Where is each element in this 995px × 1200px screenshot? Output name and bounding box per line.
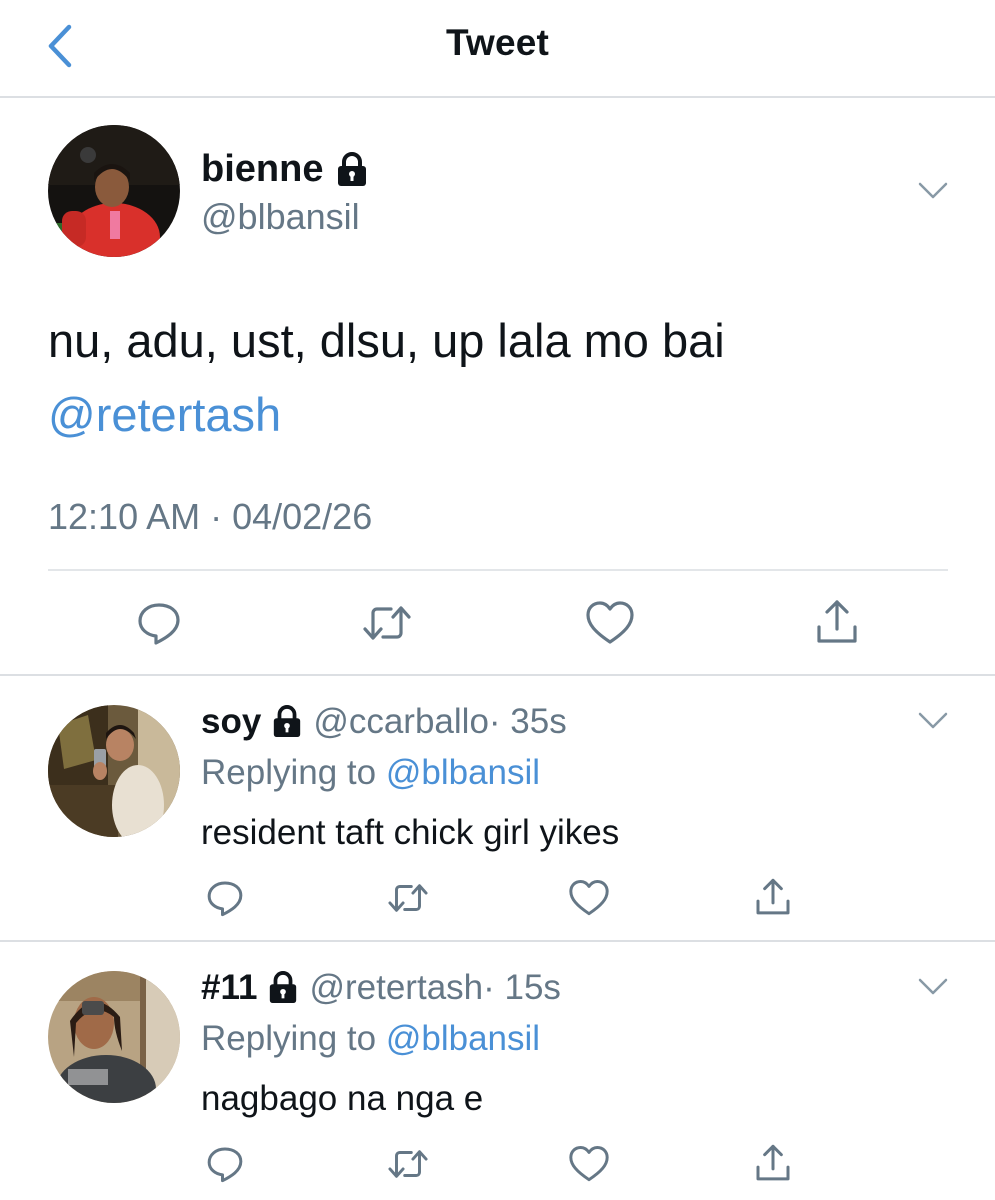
page-title: Tweet	[445, 22, 550, 63]
share-button[interactable]	[751, 1140, 795, 1186]
tweet-detail-screen: Tweet bienne @blbansil nu, adu, ust, dls…	[0, 0, 995, 1200]
reply-button[interactable]	[203, 1142, 247, 1186]
replying-label: Replying to	[201, 753, 386, 792]
chevron-down-icon[interactable]	[918, 712, 948, 730]
reply-icon	[138, 603, 180, 645]
like-button[interactable]	[567, 876, 611, 920]
like-button[interactable]	[567, 1142, 611, 1186]
reply-button[interactable]	[132, 596, 186, 650]
share-icon	[817, 600, 857, 643]
retweet-button[interactable]	[357, 596, 417, 650]
tweet-text: nu, adu, ust, dlsu, up lala mo bai	[48, 314, 725, 367]
reply-header: #11 @retertash· 15s	[201, 968, 561, 1008]
chevron-down-icon[interactable]	[918, 182, 948, 200]
retweet-icon	[388, 1150, 428, 1178]
divider	[0, 674, 995, 676]
divider	[48, 569, 948, 571]
author-handle[interactable]: @retertash	[309, 968, 483, 1007]
author-display-name[interactable]: soy	[201, 702, 261, 742]
reply-icon	[207, 1147, 243, 1183]
retweet-button[interactable]	[383, 876, 433, 920]
lock-icon	[274, 705, 301, 738]
lock-icon	[338, 151, 367, 186]
author-handle[interactable]: @blbansil	[201, 196, 360, 238]
like-button[interactable]	[583, 596, 637, 650]
chevron-down-icon[interactable]	[918, 978, 948, 996]
divider	[0, 940, 995, 942]
reply-time: · 15s	[483, 968, 561, 1007]
mention-link[interactable]: @blbansil	[386, 1019, 540, 1058]
replying-to: Replying to @blbansil	[201, 1019, 540, 1059]
author-handle[interactable]: @ccarballo	[313, 702, 489, 741]
mention-link[interactable]: @retertash	[48, 378, 948, 452]
lock-icon	[270, 971, 297, 1004]
top-nav-bar: Tweet	[0, 0, 995, 98]
tweet-body: nu, adu, ust, dlsu, up lala mo bai @rete…	[48, 304, 948, 452]
avatar[interactable]	[48, 125, 180, 257]
like-icon	[569, 879, 609, 916]
mention-link[interactable]: @blbansil	[386, 753, 540, 792]
reply-time: · 35s	[488, 702, 567, 741]
replying-label: Replying to	[201, 1019, 386, 1058]
share-icon	[756, 1144, 790, 1181]
tweet-timestamp: 12:10 AM · 04/02/26	[48, 496, 373, 537]
avatar[interactable]	[48, 971, 180, 1103]
avatar[interactable]	[48, 705, 180, 837]
like-icon	[569, 1145, 609, 1182]
retweet-button[interactable]	[383, 1142, 433, 1186]
share-button[interactable]	[810, 594, 864, 650]
reply-header: soy @ccarballo· 35s	[201, 702, 567, 742]
author-display-name[interactable]: #11	[201, 968, 257, 1008]
retweet-icon	[388, 884, 428, 912]
reply-button[interactable]	[203, 876, 247, 920]
author-display-name[interactable]: bienne	[201, 148, 323, 191]
share-button[interactable]	[751, 874, 795, 920]
like-icon	[586, 601, 634, 644]
reply-icon	[207, 881, 243, 917]
reply-text: resident taft chick girl yikes	[201, 813, 620, 852]
retweet-icon	[363, 606, 411, 640]
reply-text: nagbago na nga e	[201, 1079, 484, 1118]
share-icon	[756, 878, 790, 915]
replying-to: Replying to @blbansil	[201, 753, 540, 793]
author-name-row: bienne	[201, 148, 369, 191]
